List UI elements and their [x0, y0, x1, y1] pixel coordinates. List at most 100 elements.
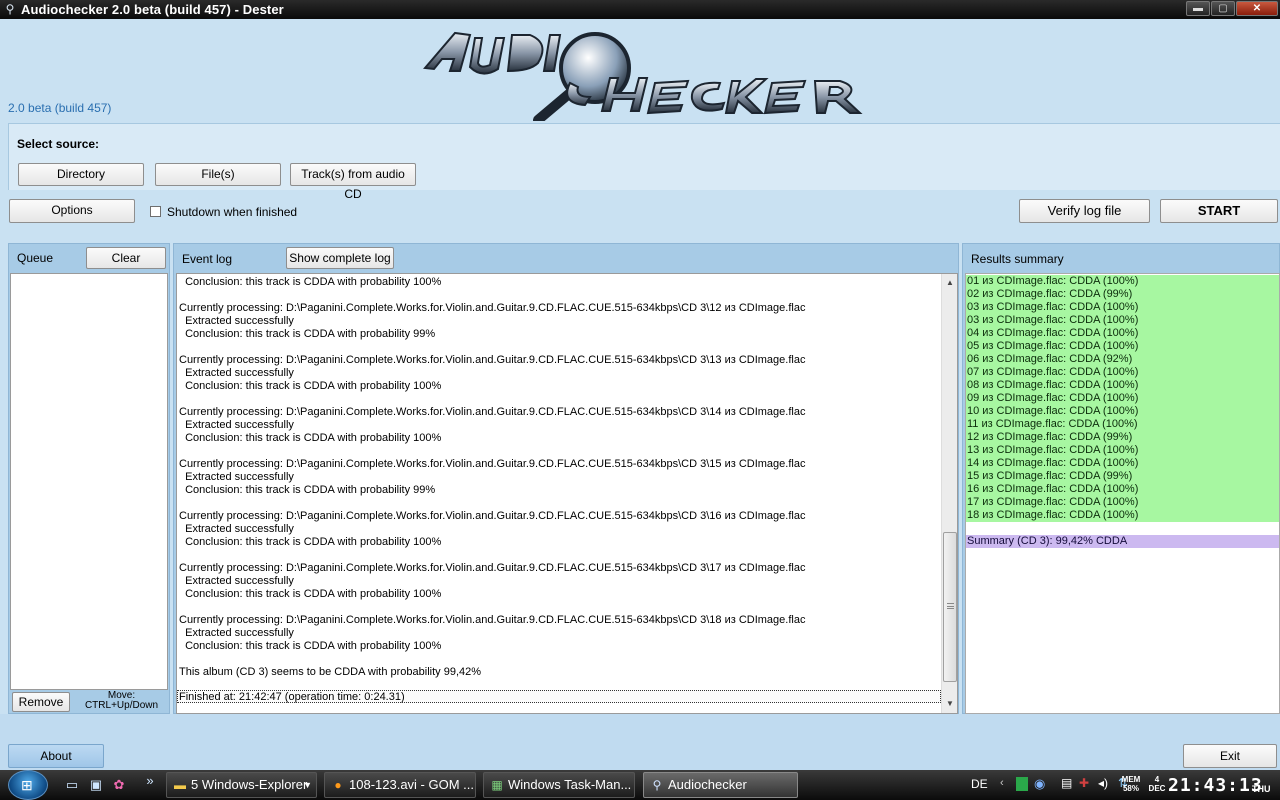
- event-log-line: Extracted successfully: [179, 523, 294, 535]
- files-button[interactable]: File(s): [155, 163, 281, 186]
- event-log-line: [179, 601, 939, 614]
- event-log-line: [179, 549, 939, 562]
- result-row[interactable]: 14 из CDImage.flac: CDDA (100%): [966, 457, 1279, 470]
- tray-expand-icon[interactable]: ‹: [1000, 777, 1004, 800]
- shutdown-checkbox[interactable]: [150, 206, 161, 217]
- close-icon[interactable]: ✕: [1236, 1, 1278, 16]
- result-row[interactable]: 15 из CDImage.flac: CDDA (99%): [966, 470, 1279, 483]
- result-row[interactable]: 04 из CDImage.flac: CDDA (100%): [966, 327, 1279, 340]
- results-list[interactable]: 01 из CDImage.flac: CDDA (100%) 02 из CDI…: [965, 273, 1280, 714]
- scroll-thumb[interactable]: [943, 532, 957, 682]
- quicklaunch-overflow[interactable]: »: [142, 773, 158, 789]
- result-row[interactable]: 18 из CDImage.flac: CDDA (100%): [966, 509, 1279, 522]
- result-row[interactable]: 13 из CDImage.flac: CDDA (100%): [966, 444, 1279, 457]
- event-log-line: Currently processing: D:\Paganini.Comple…: [179, 302, 806, 314]
- switch-windows-icon[interactable]: ▣: [88, 777, 104, 793]
- results-summary-row: Summary (CD 3): 99,42% CDDA: [966, 535, 1279, 548]
- memory-value: 58%: [1122, 784, 1139, 793]
- memory-meter: MEM 58%: [1120, 775, 1142, 800]
- result-row[interactable]: 02 из CDImage.flac: CDDA (99%): [966, 288, 1279, 301]
- clock[interactable]: 21:43:13: [1168, 775, 1263, 800]
- event-log-line: Currently processing: D:\Paganini.Comple…: [179, 614, 806, 626]
- event-log-scrollbar[interactable]: ▲ ▼: [941, 274, 957, 713]
- results-title: Results summary: [971, 252, 1064, 266]
- tray-device-icon[interactable]: ▤: [1061, 776, 1072, 800]
- scroll-down-arrow-icon[interactable]: ▼: [942, 697, 958, 711]
- result-row[interactable]: 17 из CDImage.flac: CDDA (100%): [966, 496, 1279, 509]
- task-task-manager[interactable]: ▦ Windows Task-Man...: [483, 772, 635, 798]
- audiochecker-icon: ⚲: [652, 778, 662, 792]
- task-manager-icon: ▦: [491, 778, 503, 792]
- result-row[interactable]: 03 из CDImage.flac: CDDA (100%): [966, 314, 1279, 327]
- task-windows-explorer[interactable]: ▬ 5 Windows-Explorer ▼: [166, 772, 317, 798]
- move-hint: Move: CTRL+Up/Down: [75, 691, 168, 711]
- event-log-line: Conclusion: this track is CDDA with prob…: [179, 328, 436, 340]
- media-app-icon[interactable]: ✿: [111, 777, 127, 793]
- result-row[interactable]: 10 из CDImage.flac: CDDA (100%): [966, 405, 1279, 418]
- minimize-icon[interactable]: ▬: [1186, 1, 1210, 16]
- show-desktop-icon[interactable]: ▭: [64, 777, 80, 793]
- event-log-view[interactable]: Conclusion: this track is CDDA with prob…: [176, 273, 958, 714]
- maximize-icon[interactable]: ▢: [1211, 1, 1235, 16]
- event-log-line: [179, 679, 939, 681]
- event-log-line: Conclusion: this track is CDDA with prob…: [179, 276, 442, 288]
- event-log-line: Extracted successfully: [179, 315, 294, 327]
- date-day: 4: [1154, 775, 1160, 784]
- result-row[interactable]: 12 из CDImage.flac: CDDA (99%): [966, 431, 1279, 444]
- queue-list[interactable]: [10, 273, 168, 690]
- verify-log-button[interactable]: Verify log file: [1019, 199, 1150, 223]
- event-log-title: Event log: [182, 252, 233, 266]
- event-log-line: Conclusion: this track is CDDA with prob…: [179, 640, 442, 652]
- start-button[interactable]: ⊞: [8, 770, 48, 800]
- scroll-up-arrow-icon[interactable]: ▲: [942, 276, 958, 290]
- chevron-down-icon: ▼: [303, 780, 312, 790]
- event-log-line: Extracted successfully: [179, 627, 294, 639]
- date-month: DEC: [1148, 784, 1166, 793]
- event-log-line: Currently processing: D:\Paganini.Comple…: [179, 458, 806, 470]
- exit-button[interactable]: Exit: [1183, 744, 1277, 768]
- clear-queue-button[interactable]: Clear: [86, 247, 166, 269]
- result-row[interactable]: 08 из CDImage.flac: CDDA (100%): [966, 379, 1279, 392]
- select-source-label: Select source:: [17, 137, 100, 151]
- tray-green-icon[interactable]: [1016, 777, 1028, 791]
- results-rows: 01 из CDImage.flac: CDDA (100%) 02 из CDI…: [966, 275, 1279, 522]
- event-log-line: This album (CD 3) seems to be CDDA with …: [179, 666, 482, 678]
- result-row[interactable]: 07 из CDImage.flac: CDDA (100%): [966, 366, 1279, 379]
- result-row[interactable]: 06 из CDImage.flac: CDDA (92%): [966, 353, 1279, 366]
- task-audiochecker[interactable]: ⚲ Audiochecker: [643, 772, 798, 798]
- options-button[interactable]: Options: [9, 199, 135, 223]
- task-gom-player[interactable]: ● 108-123.avi - GOM ...: [324, 772, 476, 798]
- about-button[interactable]: About: [8, 744, 104, 768]
- result-row[interactable]: 09 из CDImage.flac: CDDA (100%): [966, 392, 1279, 405]
- event-log-line: Currently processing: D:\Paganini.Comple…: [179, 510, 806, 522]
- event-log-line: Conclusion: this track is CDDA with prob…: [179, 588, 442, 600]
- event-log-line: [179, 341, 939, 354]
- audio-cd-button[interactable]: Track(s) from audio CD: [290, 163, 416, 201]
- weekday: THU: [1252, 784, 1271, 794]
- event-log-line: Currently processing: D:\Paganini.Comple…: [179, 406, 806, 418]
- result-row[interactable]: 03 из CDImage.flac: CDDA (100%): [966, 301, 1279, 314]
- app-header: 2.0 beta (build 457): [0, 19, 1280, 121]
- remove-button[interactable]: Remove: [12, 692, 70, 712]
- event-log-line: Currently processing: D:\Paganini.Comple…: [179, 354, 806, 366]
- tray-security-icon[interactable]: ✚: [1079, 776, 1089, 800]
- windows-logo-icon: ⊞: [21, 777, 33, 793]
- finished-line: Finished at: 21:42:47 (operation time: 0…: [177, 690, 941, 703]
- start-button[interactable]: START: [1160, 199, 1278, 223]
- directory-button[interactable]: Directory: [18, 163, 144, 186]
- event-log-line: Extracted successfully: [179, 471, 294, 483]
- results-panel: Results summary 01 из CDImage.flac: CDDA…: [962, 243, 1280, 714]
- event-log-line: Extracted successfully: [179, 575, 294, 587]
- date-display[interactable]: 4 DEC: [1146, 775, 1168, 800]
- language-indicator[interactable]: DE: [971, 777, 988, 800]
- result-row[interactable]: 11 из CDImage.flac: CDDA (100%): [966, 418, 1279, 431]
- result-row[interactable]: 01 из CDImage.flac: CDDA (100%): [966, 275, 1279, 288]
- tray-globe-icon[interactable]: ◉: [1034, 776, 1045, 800]
- show-complete-log-button[interactable]: Show complete log: [286, 247, 394, 269]
- event-log-line: [179, 653, 939, 666]
- result-row[interactable]: 05 из CDImage.flac: CDDA (100%): [966, 340, 1279, 353]
- memory-label: MEM: [1121, 775, 1141, 784]
- result-row[interactable]: 16 из CDImage.flac: CDDA (100%): [966, 483, 1279, 496]
- volume-icon[interactable]: ◂): [1098, 776, 1108, 800]
- move-hint-line2: CTRL+Up/Down: [84, 700, 159, 711]
